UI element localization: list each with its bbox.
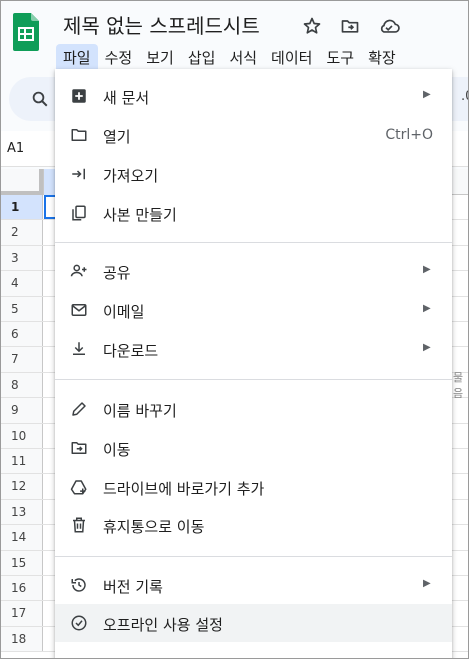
menu-item-label: 버전 기록 <box>103 578 163 596</box>
row-number[interactable]: 18 <box>1 626 43 652</box>
row-number[interactable]: 1 <box>1 195 43 220</box>
row-number[interactable]: 17 <box>1 601 43 626</box>
file-menu-dropdown: 새 문서 ▶ 열기 Ctrl+O 가져오기 사본 만들기 공유 ▶ 이메일 ▶ … <box>55 69 452 658</box>
menu-tools[interactable]: 도구 <box>319 44 361 70</box>
column-header-a[interactable] <box>43 169 55 195</box>
submenu-arrow-icon: ▶ <box>423 342 431 353</box>
menu-item-version-history[interactable]: 버전 기록 ▶ <box>55 566 452 604</box>
menu-item-open[interactable]: 열기 Ctrl+O <box>55 116 452 154</box>
row-number[interactable]: 7 <box>1 347 43 372</box>
menu-data[interactable]: 데이터 <box>264 44 319 70</box>
menu-item-label: 이름 바꾸기 <box>103 402 177 420</box>
copy-icon <box>69 203 89 223</box>
row-number[interactable]: 8 <box>1 372 43 398</box>
row-number[interactable]: 12 <box>1 474 43 499</box>
menu-bar: 파일 수정 보기 삽입 서식 데이터 도구 확장 <box>56 44 403 70</box>
pencil-icon <box>69 399 89 419</box>
menu-item-rename[interactable]: 이름 바꾸기 <box>55 390 452 428</box>
submenu-arrow-icon: ▶ <box>423 89 431 100</box>
menu-item-label: 새 문서 <box>103 89 150 107</box>
search-icon[interactable] <box>31 90 49 112</box>
row-number[interactable]: 5 <box>1 296 43 321</box>
decimal-button[interactable]: .00 <box>461 89 468 104</box>
menu-item-label: 공유 <box>103 264 131 282</box>
menu-item-trash[interactable]: 휴지통으로 이동 <box>55 506 452 544</box>
folder-icon <box>69 125 89 145</box>
share-person-icon <box>69 261 89 281</box>
cloud-status-icon[interactable] <box>378 15 400 37</box>
menu-extensions[interactable]: 확장 <box>361 44 403 70</box>
move-folder-icon[interactable] <box>339 15 361 37</box>
mail-icon <box>69 300 89 320</box>
move-folder-icon <box>69 438 89 458</box>
menu-divider <box>55 556 452 557</box>
menu-format[interactable]: 서식 <box>222 44 264 70</box>
menu-item-label: 가져오기 <box>103 167 159 185</box>
download-icon <box>69 339 89 359</box>
menu-item-offline[interactable]: 오프라인 사용 설정 <box>55 604 452 642</box>
drive-shortcut-icon <box>69 477 89 497</box>
shortcut-text: Ctrl+O <box>385 127 433 143</box>
menu-item-new[interactable]: 새 문서 ▶ <box>55 77 452 115</box>
menu-item-label: 오프라인 사용 설정 <box>103 616 223 634</box>
menu-item-download[interactable]: 다운로드 ▶ <box>55 330 452 368</box>
cell-text-fragment: 물 음 <box>453 371 464 400</box>
menu-item-label: 다운로드 <box>103 342 159 360</box>
menu-view[interactable]: 보기 <box>139 44 181 70</box>
row-number[interactable]: 15 <box>1 550 43 575</box>
row-number[interactable]: 11 <box>1 449 43 474</box>
document-title[interactable]: 제목 없는 스프레드시트 <box>63 10 260 39</box>
menu-item-make-copy[interactable]: 사본 만들기 <box>55 194 452 232</box>
sheets-logo-icon[interactable] <box>13 13 39 51</box>
star-icon[interactable] <box>301 15 323 37</box>
import-icon <box>69 164 89 184</box>
row-number[interactable]: 3 <box>1 245 43 271</box>
trash-icon <box>69 515 89 535</box>
submenu-arrow-icon: ▶ <box>423 303 431 314</box>
row-number[interactable]: 14 <box>1 525 43 550</box>
menu-item-label: 사본 만들기 <box>103 206 177 224</box>
menu-divider <box>55 379 452 380</box>
row-number[interactable]: 6 <box>1 322 43 347</box>
menu-item-import[interactable]: 가져오기 <box>55 155 452 193</box>
menu-edit[interactable]: 수정 <box>98 44 140 70</box>
select-all-corner[interactable] <box>1 169 43 195</box>
row-number[interactable]: 9 <box>1 398 43 423</box>
menu-item-move[interactable]: 이동 <box>55 429 452 467</box>
row-number[interactable]: 13 <box>1 499 43 525</box>
menu-item-label: 휴지통으로 이동 <box>103 518 205 536</box>
history-icon <box>69 575 89 595</box>
submenu-arrow-icon: ▶ <box>423 578 431 589</box>
row-number[interactable]: 10 <box>1 423 43 448</box>
row-number[interactable]: 4 <box>1 271 43 296</box>
menu-item-label: 이동 <box>103 441 131 459</box>
name-box[interactable]: A1 <box>7 141 24 156</box>
menu-item-drive-shortcut[interactable]: 드라이브에 바로가기 추가 <box>55 468 452 506</box>
new-doc-icon <box>69 86 89 106</box>
row-number[interactable]: 16 <box>1 576 43 601</box>
menu-item-share[interactable]: 공유 ▶ <box>55 252 452 290</box>
menu-divider <box>55 242 452 243</box>
menu-insert[interactable]: 삽입 <box>181 44 223 70</box>
menu-item-email[interactable]: 이메일 ▶ <box>55 291 452 329</box>
menu-item-label: 이메일 <box>103 303 145 321</box>
app-window: 제목 없는 스프레드시트 파일 수정 보기 삽입 서식 데이터 도구 확장 .0… <box>0 0 469 659</box>
menu-item-label: 열기 <box>103 128 131 146</box>
submenu-arrow-icon: ▶ <box>423 264 431 275</box>
menu-file[interactable]: 파일 <box>56 44 98 70</box>
offline-check-icon <box>69 613 89 633</box>
menu-item-label: 드라이브에 바로가기 추가 <box>103 480 265 498</box>
row-number[interactable]: 2 <box>1 220 43 245</box>
